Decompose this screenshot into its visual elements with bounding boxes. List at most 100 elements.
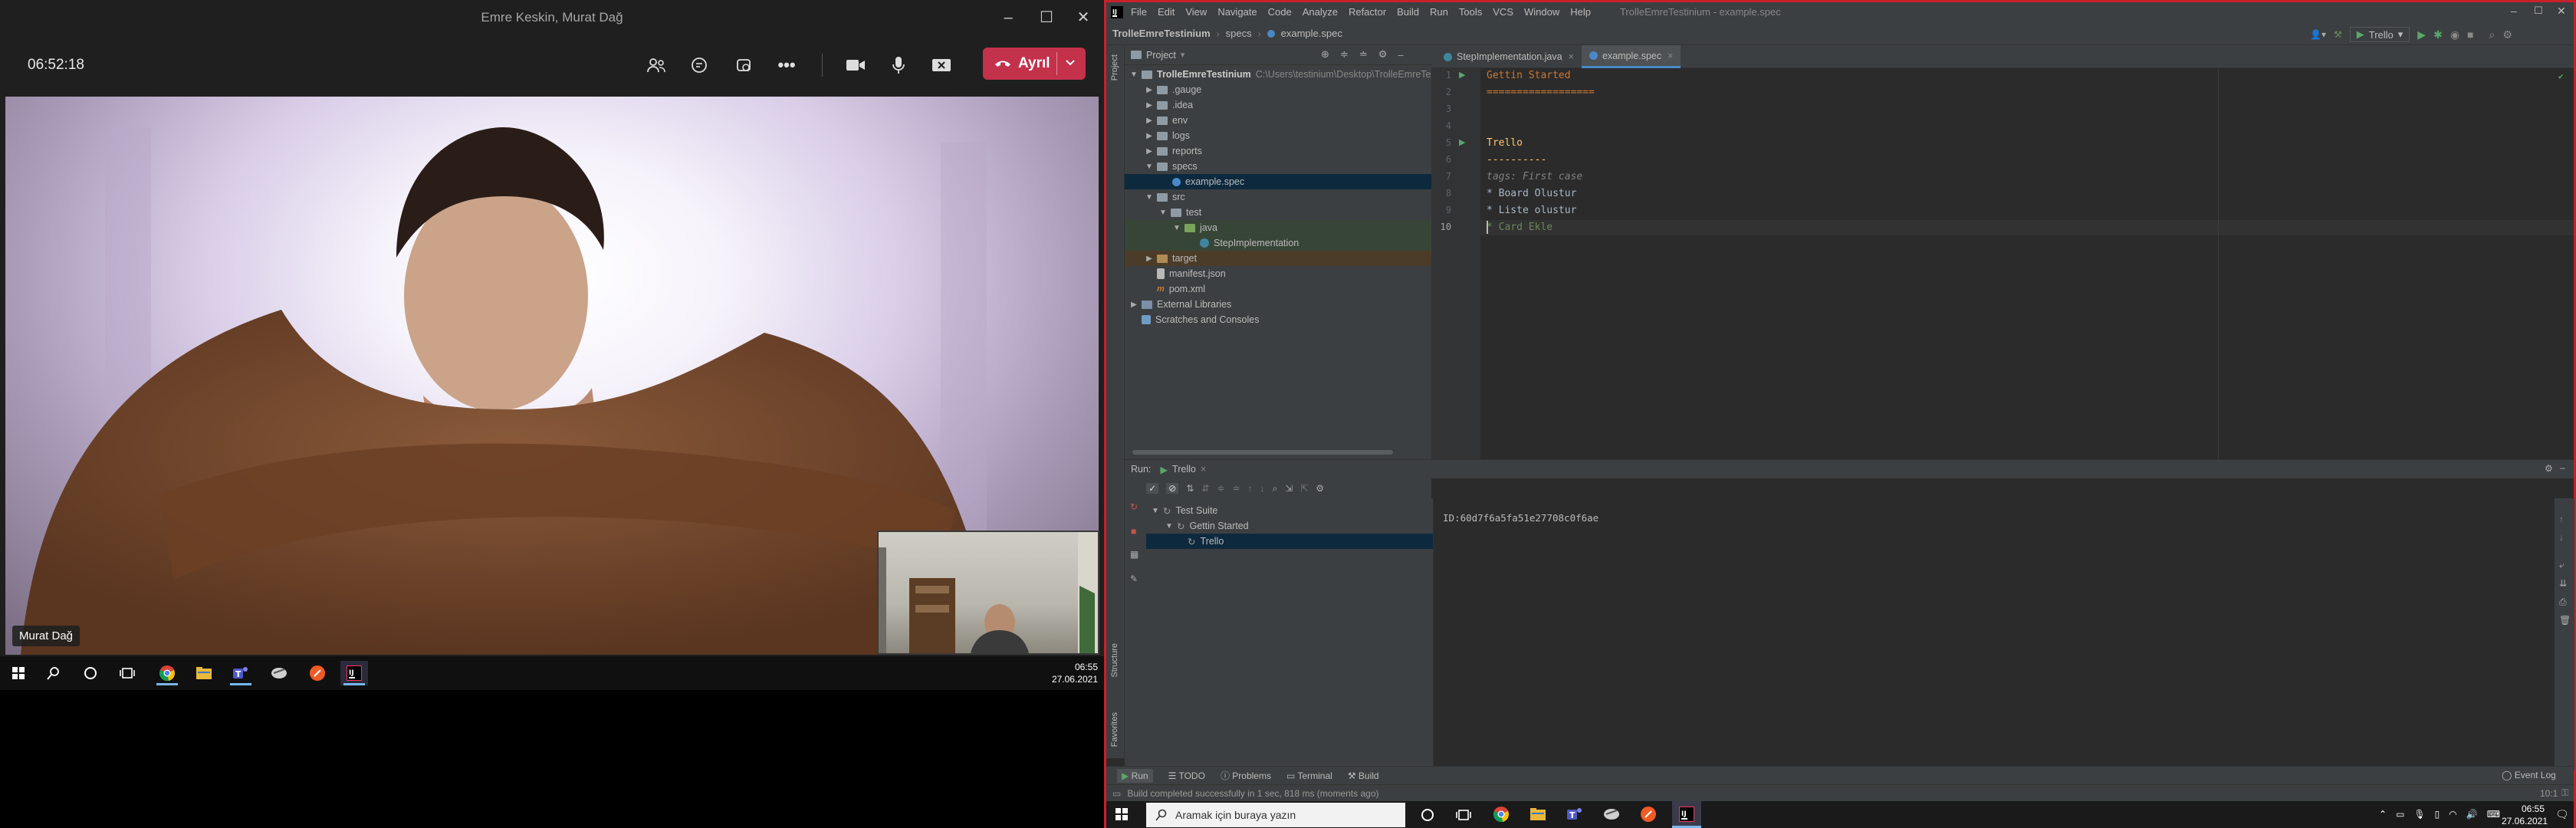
- show-ignored-icon[interactable]: ⊘: [1166, 483, 1179, 494]
- tab-example-spec[interactable]: example.spec ×: [1582, 45, 1681, 68]
- expand-all-icon[interactable]: ≑: [1217, 483, 1224, 494]
- search-everywhere-icon[interactable]: ⌕: [2489, 28, 2496, 41]
- breadcrumb-project[interactable]: TrolleEmreTestinium: [1112, 28, 1211, 39]
- app-icon[interactable]: [1603, 807, 1620, 821]
- more-options-icon[interactable]: •••: [771, 51, 802, 80]
- cortana-icon[interactable]: [77, 661, 104, 685]
- import-icon[interactable]: ⇱: [1300, 483, 1308, 494]
- tree-item-test-suite[interactable]: ▼ ↻ Test Suite: [1151, 503, 1217, 518]
- scroll-to-end-icon[interactable]: ⇊: [2559, 578, 2567, 589]
- run-config-dropdown[interactable]: ▶ Trello ▾: [2349, 27, 2410, 42]
- file-explorer-icon[interactable]: [190, 661, 218, 685]
- trash-icon[interactable]: 🗑: [2559, 615, 2571, 626]
- tree-item-target[interactable]: ▶ target: [1125, 251, 1431, 266]
- volume-icon[interactable]: 🔊: [2466, 809, 2478, 820]
- horizontal-scrollbar[interactable]: [1132, 450, 1393, 455]
- teams-icon[interactable]: T: [227, 661, 255, 685]
- menu-file[interactable]: File: [1131, 6, 1147, 18]
- rerun-failed-icon[interactable]: ↻: [1130, 501, 1138, 512]
- code-editor[interactable]: Gettin Started ================== Trello…: [1480, 68, 2574, 459]
- maximize-icon[interactable]: ☐: [1035, 6, 1058, 29]
- camera-icon[interactable]: [840, 51, 871, 80]
- network-icon[interactable]: ▭: [2396, 809, 2404, 820]
- notifications-icon[interactable]: 🗨: [2555, 808, 2569, 821]
- menu-navigate[interactable]: Navigate: [1217, 6, 1257, 18]
- minimize-icon[interactable]: –: [2511, 5, 2517, 17]
- taskbar-search-box[interactable]: Aramak için buraya yazın: [1146, 803, 1405, 827]
- user-icon[interactable]: 👤▾: [2310, 29, 2326, 40]
- leave-call-button[interactable]: Ayrıl: [983, 48, 1086, 80]
- structure-tool-tab[interactable]: Structure: [1110, 643, 1119, 678]
- next-failed-icon[interactable]: ↓: [1260, 483, 1264, 494]
- settings-icon[interactable]: ⚙: [2502, 28, 2512, 41]
- intellij-taskbar-button[interactable]: IJ: [1672, 801, 1701, 828]
- status-toggle-icon[interactable]: ▭: [1112, 788, 1121, 799]
- taskbar-clock[interactable]: 06:55 27.06.2021: [2502, 803, 2548, 827]
- microphone-icon[interactable]: 🎙: [2413, 809, 2425, 820]
- tree-item-specs[interactable]: ▼ specs: [1145, 159, 1198, 174]
- tree-item-stepimplementation[interactable]: StepImplementation: [1125, 235, 1431, 251]
- postman-icon[interactable]: [304, 661, 331, 685]
- show-passed-icon[interactable]: ✓: [1146, 483, 1159, 494]
- tree-item-java[interactable]: ▼ java: [1125, 220, 1431, 235]
- tab-stepimplementation[interactable]: StepImplementation.java ×: [1436, 45, 1582, 68]
- teams-icon[interactable]: T: [1566, 807, 1583, 822]
- tree-item-scratches[interactable]: Scratches and Consoles: [1142, 312, 1260, 327]
- self-video-preview[interactable]: [877, 531, 1099, 655]
- breadcrumb-specs[interactable]: specs: [1226, 28, 1252, 39]
- build-tool-tab[interactable]: ⚒ Build: [1348, 770, 1379, 781]
- collapse-all-icon[interactable]: ≐: [1232, 483, 1240, 494]
- project-tool-tab[interactable]: Project: [1110, 54, 1119, 80]
- sort-alpha-icon[interactable]: ⇅: [1186, 483, 1194, 494]
- up-icon[interactable]: ↑: [2559, 514, 2564, 524]
- cursor-position[interactable]: 10:1: [2540, 788, 2558, 799]
- windows-start-icon[interactable]: [1116, 808, 1128, 820]
- task-view-icon[interactable]: [1456, 808, 1471, 822]
- gear-icon[interactable]: ⚙: [1378, 48, 1388, 61]
- tree-item-manifest[interactable]: manifest.json: [1157, 266, 1226, 281]
- tree-item-logs[interactable]: ▶ logs: [1145, 128, 1190, 143]
- battery-icon[interactable]: ▯: [2435, 809, 2440, 820]
- export-icon[interactable]: ⇲: [1285, 483, 1293, 494]
- menu-run[interactable]: Run: [1430, 6, 1448, 18]
- gear-icon[interactable]: ⚙: [2545, 463, 2553, 474]
- pin-icon[interactable]: ✎: [1130, 573, 1138, 584]
- sort-duration-icon[interactable]: ⇵: [1201, 483, 1209, 494]
- debug-icon[interactable]: ✱: [2433, 28, 2443, 41]
- coverage-icon[interactable]: ◉: [2450, 28, 2459, 41]
- tree-item-root[interactable]: ▼ TrolleEmreTestinium C:\Users\testinium…: [1129, 67, 1431, 82]
- menu-help[interactable]: Help: [1570, 6, 1591, 18]
- todo-tool-tab[interactable]: ☰ TODO: [1168, 770, 1205, 781]
- down-icon[interactable]: ↓: [2559, 532, 2564, 543]
- stop-icon[interactable]: ■: [1131, 526, 1136, 537]
- locate-icon[interactable]: ⊕: [1321, 48, 1329, 61]
- inspection-ok-icon[interactable]: ✔: [2558, 71, 2564, 81]
- run-tool-tab[interactable]: ▶ Run: [1117, 768, 1153, 783]
- task-view-icon[interactable]: [113, 661, 141, 685]
- tree-item-env[interactable]: ▶ env: [1145, 113, 1188, 128]
- breadcrumb-file[interactable]: example.spec: [1281, 28, 1342, 39]
- lock-icon[interactable]: ⚿: [2561, 787, 2568, 799]
- chevron-down-icon[interactable]: ▾: [1181, 50, 1185, 60]
- run-spec-gutter-icon[interactable]: ▶: [1459, 70, 1465, 80]
- event-log-tab[interactable]: ◯ Event Log: [2502, 770, 2556, 780]
- favorites-tool-tab[interactable]: Favorites: [1110, 712, 1119, 747]
- stop-icon[interactable]: ■: [2467, 28, 2473, 41]
- close-tab-icon[interactable]: ×: [1569, 51, 1574, 62]
- run-icon[interactable]: ▶: [2417, 28, 2426, 41]
- tree-item-idea[interactable]: ▶ .idea: [1145, 97, 1193, 113]
- search-icon[interactable]: ⌕: [1272, 483, 1277, 495]
- taskbar-clock[interactable]: 06:55 27.06.2021: [1050, 661, 1098, 685]
- close-tab-icon[interactable]: ×: [1201, 464, 1206, 475]
- close-icon[interactable]: ✕: [1072, 6, 1095, 29]
- terminal-tool-tab[interactable]: ▭ Terminal: [1286, 770, 1332, 781]
- participants-icon[interactable]: [641, 51, 672, 80]
- maximize-icon[interactable]: ☐: [2534, 5, 2543, 17]
- previous-failed-icon[interactable]: ↑: [1247, 483, 1252, 494]
- show-hidden-icons-icon[interactable]: ⌃: [2379, 809, 2387, 820]
- search-icon[interactable]: [40, 661, 67, 685]
- menu-vcs[interactable]: VCS: [1493, 6, 1513, 18]
- menu-window[interactable]: Window: [1524, 6, 1559, 18]
- gear-icon[interactable]: ⚙: [1316, 483, 1324, 494]
- problems-tool-tab[interactable]: ⓘ Problems: [1221, 769, 1271, 782]
